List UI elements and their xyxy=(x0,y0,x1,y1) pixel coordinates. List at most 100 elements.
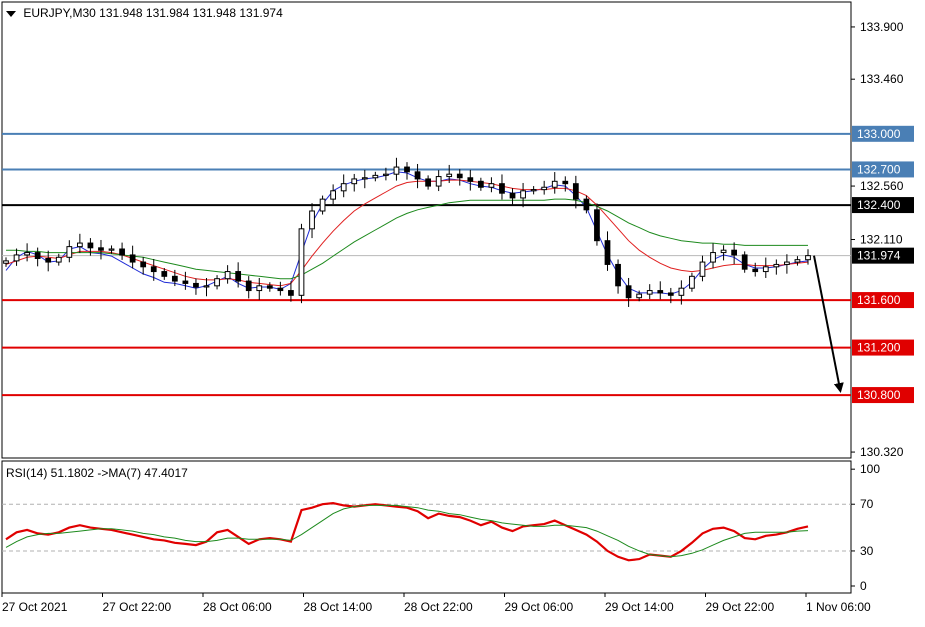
candle-body xyxy=(383,173,389,176)
candle-body xyxy=(667,292,674,296)
support-level-label: 131.200 xyxy=(857,341,901,355)
candle-body xyxy=(762,266,769,273)
candle-body xyxy=(456,173,463,179)
candle-body xyxy=(625,285,632,299)
candle-body xyxy=(171,275,178,282)
candle-body xyxy=(235,271,242,282)
candle-body xyxy=(288,290,294,296)
ohlc-open: 131.948 xyxy=(99,6,143,20)
candle-body xyxy=(562,180,569,185)
candle-body xyxy=(182,280,189,284)
time-tick-label: 27 Oct 22:00 xyxy=(103,600,172,614)
candle-body xyxy=(414,171,421,180)
candle-body xyxy=(393,166,400,175)
time-tick-label: 29 Oct 06:00 xyxy=(505,600,574,614)
candle-body xyxy=(689,275,695,289)
rsi-line xyxy=(5,501,809,562)
candle-body xyxy=(55,256,62,263)
candle-body xyxy=(98,247,104,251)
candle-body xyxy=(224,271,231,280)
candle-body xyxy=(583,198,590,211)
candle-body xyxy=(794,259,801,263)
chart-container: 133.900 133.460 132.560 132.110 130.320 133.0… xyxy=(0,0,925,622)
time-tick-label: 28 Oct 14:00 xyxy=(304,600,373,614)
price-tick-label: 132.560 xyxy=(860,179,904,193)
price-tick-label: 133.900 xyxy=(860,20,904,34)
candle-body xyxy=(361,177,368,180)
candle-body xyxy=(731,249,738,256)
rsi-header: RSI(14) 51.1802 ->MA(7) 47.4017 xyxy=(6,466,188,480)
candle-body xyxy=(541,186,548,191)
rsi-tick-label: 100 xyxy=(860,462,880,476)
candle-body xyxy=(636,293,643,299)
forecast-arrow xyxy=(813,255,844,393)
candle-body xyxy=(340,183,347,192)
candle-body xyxy=(499,183,505,194)
candle-body xyxy=(119,248,125,256)
candle-body xyxy=(646,290,653,295)
rsi-panel: 100 70 30 0 xyxy=(1,460,880,594)
candle-body xyxy=(309,210,315,230)
candle-body xyxy=(710,252,716,263)
time-tick-label: 29 Oct 22:00 xyxy=(706,600,775,614)
candle-body xyxy=(140,261,147,268)
ohlc-low: 131.948 xyxy=(192,6,237,20)
candle-body xyxy=(351,178,358,185)
candle-body xyxy=(615,263,621,287)
collapse-triangle-icon[interactable] xyxy=(6,10,16,17)
chart-canvas: 133.900 133.460 132.560 132.110 130.320 133.0… xyxy=(1,1,914,614)
support-level-label: 131.600 xyxy=(857,293,901,307)
candle-body xyxy=(319,198,326,212)
moving-average-line-1 xyxy=(5,171,809,295)
time-tick-label: 28 Oct 06:00 xyxy=(203,600,272,614)
chart-header[interactable]: EURJPY,M30 131.948 131.984 131.948 131.9… xyxy=(6,6,283,20)
candle-body xyxy=(477,180,484,188)
candle-body xyxy=(572,183,579,200)
candle-body xyxy=(108,248,115,251)
candle-body xyxy=(214,278,220,287)
candle-body xyxy=(425,178,431,187)
main-price-panel: 133.900 133.460 132.560 132.110 130.320 133.0… xyxy=(1,1,914,459)
candle-body xyxy=(773,263,780,268)
candle-body xyxy=(87,242,94,249)
candle-body xyxy=(298,228,305,296)
candle-body xyxy=(741,254,748,270)
candle-body xyxy=(129,254,136,263)
rsi-tick-label: 0 xyxy=(860,579,867,593)
time-tick-label: 1 Nov 06:00 xyxy=(806,600,871,614)
candle-body xyxy=(34,252,41,259)
symbol-label: EURJPY,M30 xyxy=(23,6,96,20)
candle-body xyxy=(193,282,199,288)
candle-body xyxy=(330,190,337,200)
resistance-level-label: 133.000 xyxy=(857,127,901,141)
moving-average-line-3 xyxy=(6,198,808,280)
ohlc-close: 131.974 xyxy=(239,6,283,20)
candle-body xyxy=(551,180,558,188)
candle-body xyxy=(24,252,30,256)
rsi-tick-label: 70 xyxy=(860,497,874,511)
candle-body xyxy=(203,285,210,288)
candle-body xyxy=(245,280,252,292)
candle-body xyxy=(45,258,52,263)
candle-body xyxy=(66,246,73,258)
candle-body xyxy=(509,192,516,199)
price-tick-label: 133.460 xyxy=(860,72,904,86)
candle-body xyxy=(3,260,9,264)
candle-body xyxy=(488,183,495,188)
candle-body xyxy=(404,166,410,173)
current-price-label: 131.974 xyxy=(857,249,901,263)
moving-average-line-2 xyxy=(5,179,809,287)
rsi-ma-line xyxy=(5,504,809,558)
candle-body xyxy=(530,189,537,192)
candle-body xyxy=(161,271,168,277)
ohlc-high: 131.984 xyxy=(145,6,190,20)
time-tick-label: 28 Oct 22:00 xyxy=(404,600,473,614)
rsi-tick-label: 30 xyxy=(860,544,874,558)
rsi-value-label: RSI(14) 51.1802 xyxy=(6,466,95,480)
candle-body xyxy=(372,174,379,179)
support-level-label: 130.800 xyxy=(857,388,901,402)
candle-body xyxy=(13,254,20,262)
pivot-level-label: 132.400 xyxy=(857,198,901,212)
candle-body xyxy=(520,190,526,199)
time-tick-label: 29 Oct 14:00 xyxy=(605,600,674,614)
